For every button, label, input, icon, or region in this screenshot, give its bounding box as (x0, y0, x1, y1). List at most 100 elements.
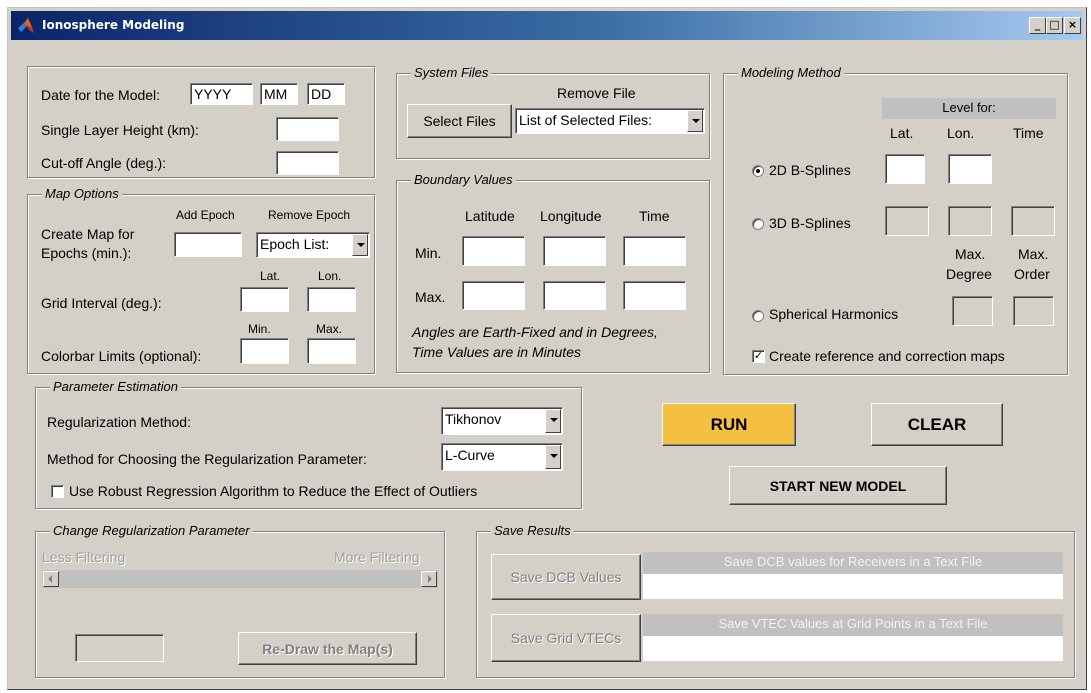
boundary-note-line-2: Time Values are in Minutes (412, 344, 581, 360)
modeling-method-panel: Modeling Method Level for: Lat. Lon. Tim… (723, 65, 1068, 375)
chevron-down-icon[interactable] (545, 409, 561, 433)
save-dcb-field[interactable] (643, 574, 1063, 599)
colorbar-max-input[interactable] (307, 338, 356, 364)
reg-method-select[interactable]: Tikhonov (441, 407, 563, 435)
map-options-legend: Map Options (42, 186, 122, 201)
reg-method-label: Regularization Method: (47, 414, 191, 430)
create-ref-maps-label: Create reference and correction maps (769, 348, 1005, 364)
option-sh-label: Spherical Harmonics (769, 306, 899, 322)
epochs-label: Epochs (min.): (41, 245, 132, 261)
epoch-list-value: Epoch List: (260, 236, 330, 252)
app-window: Ionosphere Modeling _ □ × Date for the M… (7, 7, 1087, 690)
start-new-model-button[interactable]: START NEW MODEL (729, 466, 947, 505)
colorbar-min-header: Min. (248, 322, 271, 336)
matlab-logo-icon (18, 18, 34, 33)
remove-file-header: Remove File (557, 85, 636, 101)
save-results-panel: Save Results Save DCB Values Save DCB va… (476, 523, 1075, 678)
cutoff-angle-label: Cut-off Angle (deg.): (41, 155, 167, 171)
save-vtec-button[interactable]: Save Grid VTECs (491, 614, 641, 662)
level-lat-header: Lat. (890, 125, 914, 141)
scroll-right-icon[interactable] (421, 571, 437, 587)
sh-max-degree-input[interactable] (952, 296, 993, 326)
latitude-header: Latitude (465, 208, 515, 224)
colorbar-limits-label: Colorbar Limits (optional): (41, 348, 202, 364)
min-time-input[interactable] (623, 236, 686, 266)
sh-max-order-input[interactable] (1013, 296, 1054, 326)
radio-spherical-harmonics[interactable] (752, 310, 764, 322)
create-ref-maps-checkbox[interactable]: ✓ (752, 350, 765, 363)
chevron-down-icon[interactable] (687, 110, 703, 132)
level-3d-time-input[interactable] (1011, 206, 1055, 236)
grid-lon-header: Lon. (318, 269, 342, 283)
cutoff-angle-input[interactable] (276, 151, 339, 175)
max-time-input[interactable] (623, 281, 686, 310)
save-dcb-caption: Save DCB values for Receivers in a Text … (643, 552, 1063, 574)
minimize-button[interactable]: _ (1029, 17, 1046, 34)
system-files-legend: System Files (411, 65, 492, 80)
boundary-note-line-1: Angles are Earth-Fixed and in Degrees, (412, 324, 658, 340)
epoch-input[interactable] (174, 232, 242, 257)
maximize-button[interactable]: □ (1046, 17, 1063, 34)
window-title: Ionosphere Modeling (42, 18, 185, 32)
change-regularization-panel: Change Regularization Parameter Less Fil… (35, 523, 445, 678)
day-input[interactable]: DD (307, 83, 345, 105)
min-longitude-input[interactable] (543, 236, 606, 266)
month-input[interactable]: MM (260, 83, 298, 105)
create-map-label: Create Map for (41, 226, 135, 242)
regularization-slider[interactable] (42, 570, 438, 588)
colorbar-max-header: Max. (316, 322, 343, 336)
chevron-down-icon[interactable] (352, 234, 368, 256)
selected-files-select[interactable]: List of Selected Files: (515, 108, 705, 134)
save-dcb-button[interactable]: Save DCB Values (491, 554, 641, 600)
longitude-header: Longitude (540, 208, 602, 224)
level-2d-lat-input[interactable] (885, 154, 925, 184)
boundary-values-legend: Boundary Values (411, 172, 516, 187)
level-3d-lon-input[interactable] (948, 206, 992, 236)
colorbar-min-input[interactable] (240, 338, 289, 364)
select-files-button[interactable]: Select Files (407, 104, 512, 138)
map-options-panel: Map Options Add Epoch Remove Epoch Creat… (27, 186, 375, 374)
choose-param-value: L-Curve (445, 447, 495, 463)
title-bar[interactable]: Ionosphere Modeling _ □ × (11, 11, 1083, 40)
choose-param-select[interactable]: L-Curve (441, 443, 563, 471)
level-2d-lon-input[interactable] (948, 154, 992, 184)
option-3d-label: 3D B-Splines (769, 215, 851, 231)
scroll-left-icon[interactable] (43, 571, 59, 587)
grid-lat-input[interactable] (240, 287, 289, 312)
run-button[interactable]: RUN (662, 403, 796, 446)
save-vtec-caption: Save VTEC Values at Grid Points in a Tex… (643, 614, 1063, 636)
choose-param-label: Method for Choosing the Regularization P… (47, 451, 367, 467)
layer-height-input[interactable] (276, 117, 339, 141)
chevron-down-icon[interactable] (545, 445, 561, 469)
selected-files-value: List of Selected Files: (519, 112, 653, 128)
max-row-label: Max. (415, 289, 446, 305)
radio-2d-bsplines[interactable] (752, 165, 764, 177)
boundary-values-panel: Boundary Values Latitude Longitude Time … (396, 172, 710, 373)
close-button[interactable]: × (1064, 17, 1081, 34)
redraw-map-button[interactable]: Re-Draw the Map(s) (238, 632, 417, 665)
max-degree-header-1: Max. (955, 246, 986, 262)
parameter-estimation-legend: Parameter Estimation (50, 379, 181, 394)
epoch-list-select[interactable]: Epoch List: (256, 232, 370, 258)
level-time-header: Time (1013, 125, 1044, 141)
date-label: Date for the Model: (41, 87, 161, 103)
time-header: Time (639, 208, 670, 224)
system-files-panel: System Files Remove File Select Files Li… (396, 65, 710, 159)
year-input[interactable]: YYYY (190, 83, 253, 105)
save-vtec-field[interactable] (643, 636, 1063, 661)
min-latitude-input[interactable] (462, 236, 525, 266)
modeling-method-legend: Modeling Method (738, 65, 844, 80)
save-results-legend: Save Results (491, 523, 574, 538)
radio-3d-bsplines[interactable] (752, 218, 764, 230)
layer-height-label: Single Layer Height (km): (41, 122, 199, 138)
max-longitude-input[interactable] (543, 281, 606, 310)
level-3d-lat-input[interactable] (885, 206, 929, 236)
clear-button[interactable]: CLEAR (871, 403, 1003, 446)
less-filtering-label: Less Filtering (42, 549, 126, 565)
regularization-value-input[interactable] (75, 634, 164, 662)
grid-lon-input[interactable] (307, 287, 356, 312)
max-latitude-input[interactable] (462, 281, 525, 310)
grid-interval-label: Grid Interval (deg.): (41, 295, 162, 311)
more-filtering-label: More Filtering (334, 549, 420, 565)
robust-regression-checkbox[interactable] (51, 485, 64, 498)
